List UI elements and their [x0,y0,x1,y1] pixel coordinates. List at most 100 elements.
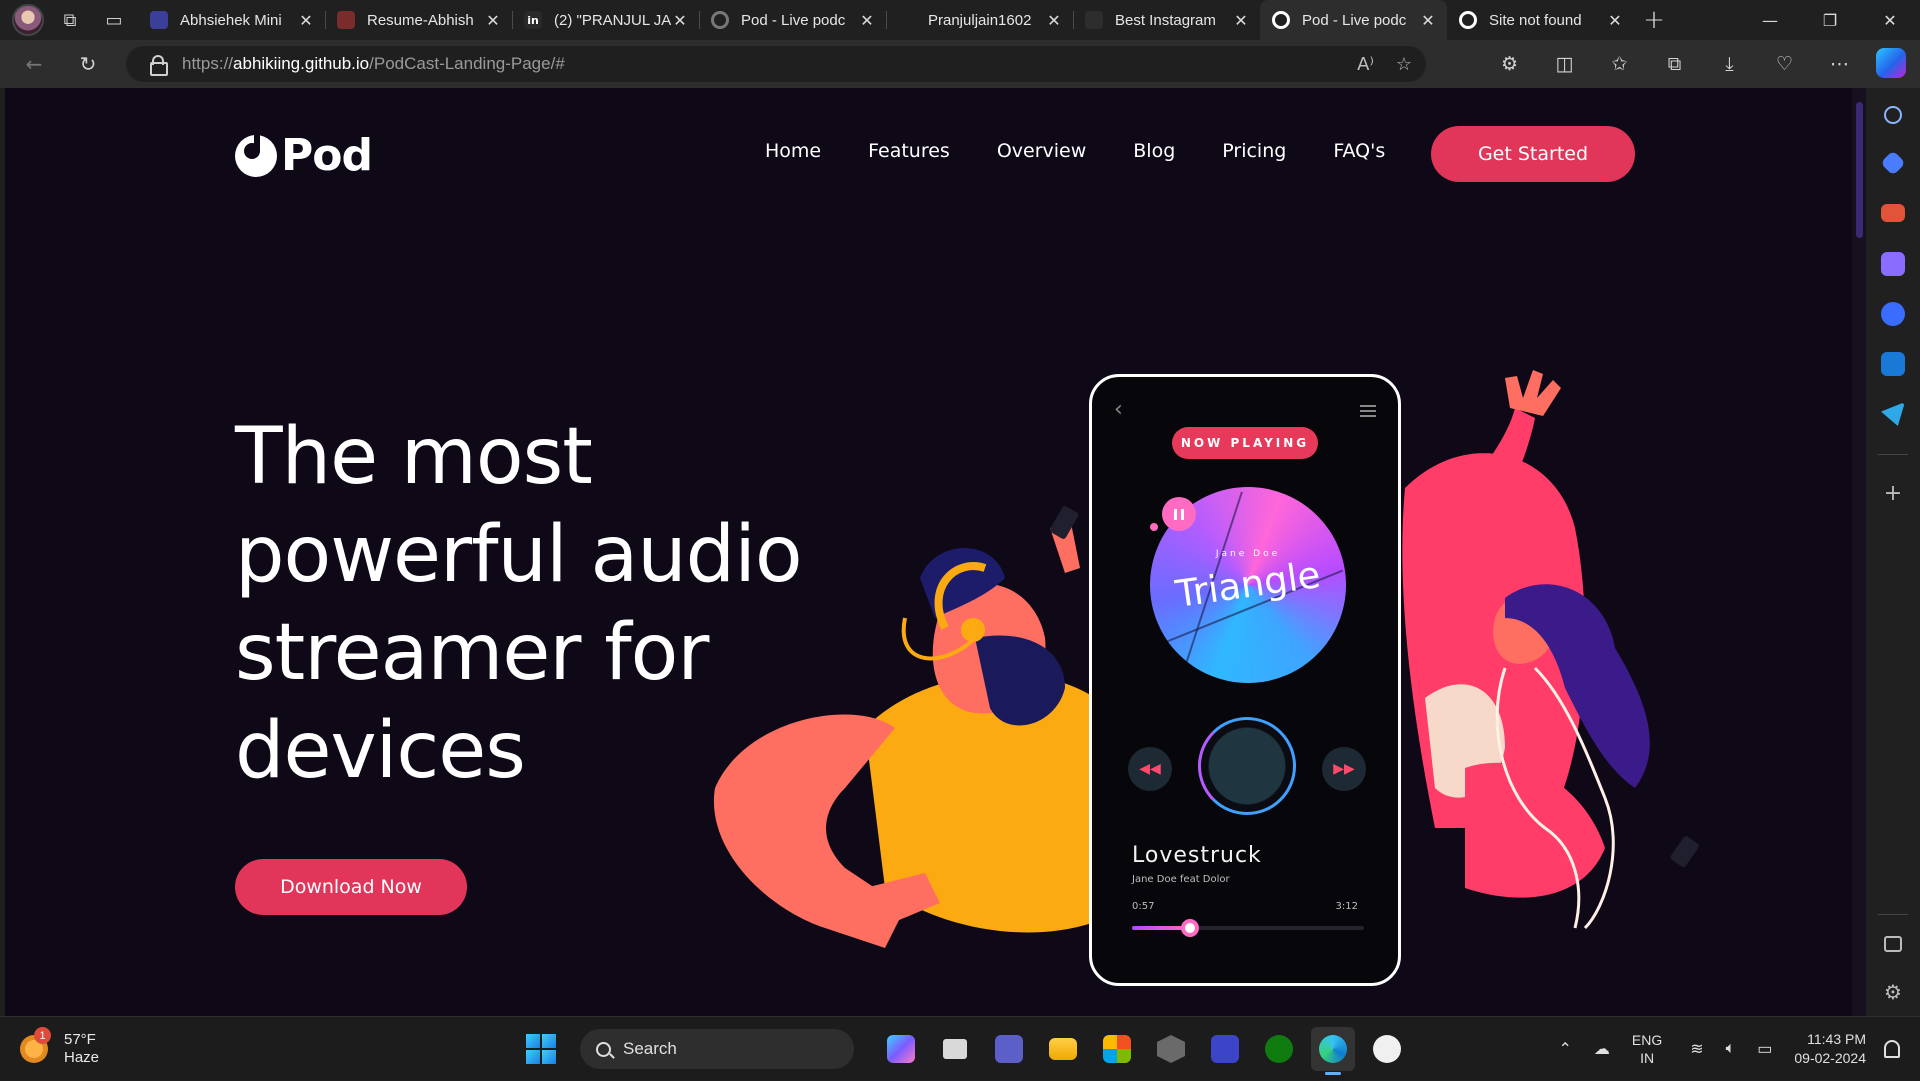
split-screen-icon[interactable]: ◫ [1537,44,1592,84]
nav-overview[interactable]: Overview [997,140,1086,162]
browser-tab[interactable]: Pod - Live podc ✕ [699,0,886,40]
sidebar-settings-icon[interactable]: ⚙ [1881,980,1905,1004]
pod-logo-icon [1459,11,1477,29]
pause-icon [1162,497,1196,531]
woman-hand [1505,370,1561,416]
profile-avatar[interactable] [12,4,44,36]
tab-title: Abhsiehek Mini [180,11,282,29]
editor-app-icon[interactable] [1203,1027,1247,1071]
send-icon[interactable] [1881,402,1905,426]
pod-logo-icon [711,11,729,29]
close-tab-icon[interactable]: ✕ [1419,11,1437,30]
file-explorer-icon[interactable] [1041,1027,1085,1071]
fast-forward-icon: ▶▶ [1322,747,1366,791]
browser-essentials-icon[interactable]: ♡ [1757,44,1812,84]
new-tab-button[interactable]: + [1634,5,1674,35]
sidebar-divider [1878,454,1908,455]
teams-icon[interactable] [987,1027,1031,1071]
settings-app-icon[interactable] [1149,1027,1193,1071]
document-icon [1085,11,1103,29]
nav-faqs[interactable]: FAQ's [1333,140,1385,162]
taskbar-search-box[interactable]: Search [580,1029,854,1069]
tab-title: Pranjuljain1602 [928,11,1032,29]
wifi-icon[interactable]: ≋ [1690,1039,1703,1059]
more-options-icon[interactable]: ⋯ [1812,44,1867,84]
minimize-button[interactable]: — [1740,0,1800,40]
close-tab-icon[interactable]: ✕ [297,11,315,30]
lock-icon[interactable] [150,55,168,76]
song-artist: Jane Doe feat Dolor [1132,874,1230,885]
language-indicator[interactable]: ENG IN [1632,1031,1662,1067]
clock-time: 11:43 PM [1807,1031,1866,1047]
browser-tools: ⚙ ◫ ✩ ⧉ ⤓ ♡ ⋯ [1482,44,1867,84]
close-window-button[interactable]: ✕ [1860,0,1920,40]
favorite-star-icon[interactable]: ☆ [1396,54,1412,75]
close-tab-icon[interactable]: ✕ [858,11,876,30]
now-playing-badge: NOW PLAYING [1172,427,1318,459]
browser-tab[interactable]: Site not found ✕ [1447,0,1634,40]
back-icon[interactable]: ← [14,44,54,84]
start-windows-icon[interactable] [526,1034,556,1064]
volume-icon[interactable]: 🔈︎ [1726,1040,1736,1058]
browser-tab[interactable]: Best Instagram ✕ [1073,0,1260,40]
weather-description: Haze [64,1049,100,1066]
games-icon[interactable] [1881,252,1905,276]
search-icon [596,1041,611,1057]
favorites-icon[interactable]: ✩ [1592,44,1647,84]
outlook-icon[interactable] [1881,352,1905,376]
logo-text: Pod [281,130,373,181]
nav-features[interactable]: Features [868,140,950,162]
tools-briefcase-icon[interactable] [1881,204,1905,222]
browser-tab[interactable]: Abhsiehek Mini ✕ [138,0,325,40]
scrollbar-thumb[interactable] [1856,102,1863,238]
copilot-icon[interactable] [1876,48,1906,78]
extensions-icon[interactable]: ⚙ [1482,44,1537,84]
url-text[interactable]: https://abhikiing.github.io/PodCast-Land… [182,54,565,74]
collections-icon[interactable]: ⧉ [1647,44,1702,84]
microsoft-store-icon[interactable] [1095,1027,1139,1071]
task-view-icon[interactable] [933,1027,977,1071]
edge-browser-icon[interactable] [1311,1027,1355,1075]
battery-icon[interactable]: ▭ [1757,1039,1772,1059]
tab-title: Resume-Abhish [367,11,474,29]
downloads-icon[interactable]: ⤓ [1702,44,1757,84]
close-tab-icon[interactable]: ✕ [1606,11,1624,30]
chevron-up-icon[interactable]: ⌃ [1558,1039,1571,1059]
xbox-icon[interactable] [1257,1027,1301,1071]
nav-pricing[interactable]: Pricing [1222,140,1286,162]
close-tab-icon[interactable]: ✕ [1232,11,1250,30]
page-scrollbar[interactable] [1852,88,1866,1016]
browser-tab[interactable]: Resume-Abhish ✕ [325,0,512,40]
browser-tab[interactable]: Pod - Live podc ✕ [1260,0,1447,40]
close-tab-icon[interactable]: ✕ [484,11,502,30]
notification-badge: 1 [34,1027,51,1044]
nav-home[interactable]: Home [765,140,821,162]
onedrive-cloud-icon[interactable]: ☁ [1594,1039,1610,1059]
download-now-button[interactable]: Download Now [235,859,467,915]
address-bar[interactable]: https://abhikiing.github.io/PodCast-Land… [126,46,1426,82]
nav-blog[interactable]: Blog [1133,140,1175,162]
microsoft-365-icon[interactable] [1881,302,1905,326]
clock[interactable]: 11:43 PM 09-02-2024 [1794,1030,1866,1068]
copilot-preview-icon[interactable] [879,1027,923,1071]
site-logo[interactable]: Pod [235,130,373,181]
get-started-button[interactable]: Get Started [1431,126,1635,182]
weather-widget[interactable]: 1 57°F Haze [20,1027,100,1067]
read-aloud-icon[interactable]: A⁾ [1357,54,1374,75]
workspaces-icon[interactable]: ⧉ [52,2,88,38]
pod-logo-icon [1272,11,1290,29]
refresh-icon[interactable]: ↻ [68,44,108,84]
browser-tab[interactable]: in (2) "PRANJUL JA ✕ [512,0,699,40]
page-viewport: Pod Home Features Overview Blog Pricing … [5,88,1866,1016]
close-tab-icon[interactable]: ✕ [1045,11,1063,30]
notification-bell-icon[interactable] [1884,1040,1900,1058]
browser-tab[interactable]: Pranjuljain1602 ✕ [886,0,1073,40]
tab-actions-icon[interactable]: ▭ [96,2,132,38]
shopping-tag-icon[interactable] [1880,150,1906,176]
close-tab-icon[interactable]: ✕ [671,11,689,30]
hide-sidebar-icon[interactable] [1884,936,1902,952]
github-desktop-icon[interactable] [1365,1027,1409,1071]
search-icon[interactable] [1884,106,1902,124]
add-icon[interactable]: + [1881,482,1905,506]
restore-button[interactable]: ❐ [1800,0,1860,40]
